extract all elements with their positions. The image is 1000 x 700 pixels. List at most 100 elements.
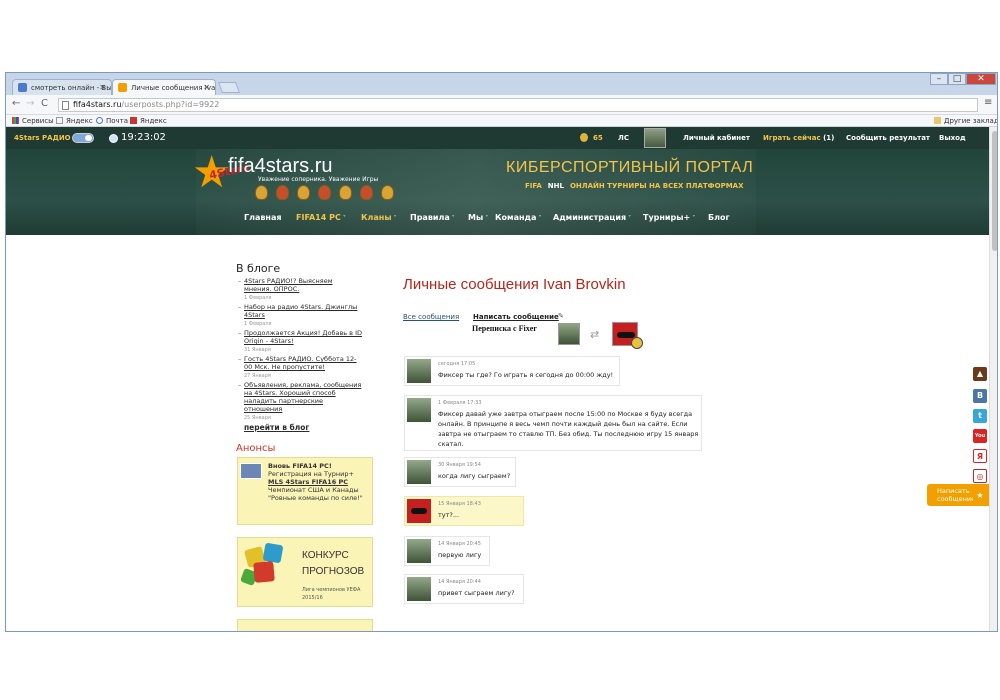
blog-post[interactable]: Гость 4Stars РАДИО. Суббота 12-00 Мск. Н… bbox=[238, 355, 362, 380]
chat-icon[interactable]: ◎ bbox=[973, 469, 987, 483]
play-now-link[interactable]: Играть сейчас (1) bbox=[763, 127, 834, 149]
maximize-button[interactable]: □ bbox=[948, 73, 966, 85]
blog-post[interactable]: 4Stars РАДИО!? Выясняем мнения. ОПРОС. 1 … bbox=[238, 277, 362, 302]
radio-toggle[interactable] bbox=[72, 133, 94, 143]
message-text: первую лигу bbox=[438, 551, 482, 559]
message-row: сегодня 17:05 Фиксер ты где? Го играть я… bbox=[404, 356, 620, 386]
nav-home[interactable]: Главная bbox=[244, 213, 281, 222]
bookmark-apps[interactable]: Сервисы bbox=[12, 115, 54, 127]
hat-icon[interactable]: ▲ bbox=[973, 367, 987, 381]
blog-post-title[interactable]: Набор на радио 4Stars. Джинглы 4Stars bbox=[244, 303, 357, 319]
message-text: Фиксер ты где? Го играть я сегодня до 00… bbox=[438, 371, 614, 379]
site-logo[interactable]: fifa4stars.ru bbox=[228, 155, 332, 178]
page-content: В блоге 4Stars РАДИО!? Выясняем мнения. … bbox=[6, 235, 989, 631]
message-row: 15 Января 18:43 тут?... bbox=[404, 496, 524, 526]
announcement-line: Чемпионат США и Канады bbox=[268, 486, 359, 494]
message-row: 14 Января 20:44 привет сыграем лигу? bbox=[404, 574, 524, 604]
avatar[interactable] bbox=[407, 499, 431, 523]
bookmark-label: Другие закладки bbox=[944, 117, 998, 125]
menu-icon[interactable]: ≡ bbox=[984, 97, 992, 108]
bookmark-other[interactable]: Другие закладки bbox=[934, 115, 998, 127]
nav-label: Правила bbox=[410, 213, 450, 222]
forward-icon[interactable]: → bbox=[26, 98, 34, 110]
scrollbar-thumb[interactable] bbox=[992, 131, 997, 251]
clock-time: 19:23:02 bbox=[121, 132, 166, 143]
nav-about[interactable]: Мы ˅ bbox=[468, 213, 488, 222]
close-window-button[interactable]: ✕ bbox=[966, 73, 996, 85]
medal-icon bbox=[381, 185, 394, 200]
bookmark-yandex[interactable]: Яндекс bbox=[56, 115, 93, 127]
nav-tournaments[interactable]: Турниры+ ˅ bbox=[643, 213, 695, 222]
nav-admin[interactable]: Администрация ˅ bbox=[553, 213, 631, 222]
back-icon[interactable]: ← bbox=[12, 98, 20, 110]
blog-post-title[interactable]: Продолжается Акция! Добавь в ID Origin -… bbox=[244, 329, 362, 345]
portal-rest: ОНЛАЙН ТУРНИРЫ НА ВСЕХ ПЛАТФОРМАХ bbox=[569, 182, 744, 190]
logout-link[interactable]: Выход bbox=[939, 127, 966, 149]
blog-post[interactable]: Продолжается Акция! Добавь в ID Origin -… bbox=[238, 329, 362, 354]
star-icon[interactable]: ★ bbox=[973, 489, 987, 503]
avatar[interactable] bbox=[644, 128, 666, 148]
announcement-line: "Ровные команды по силе!" bbox=[268, 494, 363, 502]
pencil-icon: ✎ bbox=[558, 312, 564, 320]
contest-subtitle: Лига чемпионов УЕФА 2015/16 bbox=[302, 586, 360, 602]
avatar[interactable] bbox=[407, 460, 431, 484]
site-tagline: Уважение соперника. Уважение Игры bbox=[258, 176, 379, 183]
close-icon[interactable]: ✕ bbox=[203, 80, 210, 95]
tab-messages[interactable]: Личные сообщения Ivan ✕ bbox=[112, 79, 216, 95]
scrollbar[interactable] bbox=[989, 127, 997, 631]
bookmark-mail[interactable]: Почта bbox=[96, 115, 128, 127]
new-tab-button[interactable] bbox=[217, 82, 241, 93]
ls-link[interactable]: ЛС bbox=[618, 127, 629, 149]
blog-post-title[interactable]: 4Stars РАДИО!? Выясняем мнения. ОПРОС. bbox=[244, 277, 333, 293]
avatar[interactable] bbox=[612, 322, 643, 349]
bookmark-label: Сервисы bbox=[22, 117, 54, 125]
nav-team[interactable]: Команда ˅ bbox=[495, 213, 541, 222]
close-icon[interactable]: ✕ bbox=[99, 80, 106, 95]
youtube-icon[interactable]: You bbox=[973, 429, 987, 443]
reload-icon[interactable]: C bbox=[41, 98, 48, 110]
nav-clans[interactable]: Кланы ˅ bbox=[361, 213, 397, 222]
avatar[interactable] bbox=[558, 323, 580, 345]
message-date: 14 Января 20:44 bbox=[438, 579, 481, 585]
yandex-icon[interactable]: Я bbox=[973, 449, 987, 463]
twitter-icon[interactable]: t bbox=[973, 409, 987, 423]
blog-post-title[interactable]: Объявления, реклама, сообщения на 4Stars… bbox=[244, 381, 361, 413]
message-row: 1 Февраля 17:33 Фиксер давай уже завтра … bbox=[404, 395, 702, 451]
minimize-button[interactable]: – bbox=[930, 73, 948, 85]
star-icon bbox=[118, 83, 127, 92]
announcement-link[interactable]: MLS 4Stars FIFA16 PC bbox=[268, 478, 348, 486]
nav-label: FIFA14 PC bbox=[296, 213, 341, 222]
announcement-card[interactable] bbox=[237, 619, 373, 631]
bookmark-yandex-2[interactable]: Яндекс bbox=[130, 115, 167, 127]
avatar[interactable] bbox=[407, 398, 431, 422]
blog-more-link[interactable]: перейти в блог bbox=[244, 423, 309, 432]
url-path: /userposts.php?id=9922 bbox=[121, 100, 220, 109]
url-host: fifa4stars.ru bbox=[73, 100, 122, 109]
blog-post[interactable]: Объявления, реклама, сообщения на 4Stars… bbox=[238, 381, 362, 422]
tab-video[interactable]: смотреть онлайн - Вы… ✕ bbox=[12, 79, 112, 95]
nav-blog[interactable]: Блог bbox=[708, 213, 730, 222]
folder-icon bbox=[934, 117, 941, 124]
announcement-card[interactable]: Вновь FIFA14 PC! Регистрация на Турнир+ … bbox=[237, 457, 373, 525]
avatar[interactable] bbox=[407, 359, 431, 383]
avatar[interactable] bbox=[407, 577, 431, 601]
coin-icon bbox=[580, 133, 588, 142]
message-date: 15 Января 18:43 bbox=[438, 501, 481, 507]
contest-card[interactable]: КОНКУРС ПРОГНОЗОВ Лига чемпионов УЕФА 2015… bbox=[237, 537, 373, 607]
nav-fifa14[interactable]: FIFA14 PC ˅ bbox=[296, 213, 346, 222]
report-link[interactable]: Сообщить результат bbox=[846, 127, 930, 149]
shield-icon bbox=[240, 463, 262, 479]
write-message-link[interactable]: Написать сообщение bbox=[473, 313, 559, 321]
nav-rules[interactable]: Правила ˅ bbox=[410, 213, 455, 222]
radio-link[interactable]: 4Stars РАДИО bbox=[14, 127, 71, 149]
blog-post-title[interactable]: Гость 4Stars РАДИО. Суббота 12-00 Мск. Н… bbox=[244, 355, 357, 371]
address-bar[interactable]: fifa4stars.ru/userposts.php?id=9922 ☆ bbox=[58, 98, 978, 112]
page-icon bbox=[62, 101, 69, 110]
medal-icon bbox=[339, 185, 352, 200]
blog-post[interactable]: Набор на радио 4Stars. Джинглы 4Stars 1 Ф… bbox=[238, 303, 362, 328]
all-messages-link[interactable]: Все сообщения bbox=[403, 313, 459, 321]
cabinet-link[interactable]: Личный кабинет bbox=[683, 127, 750, 149]
avatar[interactable] bbox=[407, 539, 431, 563]
vk-icon[interactable]: В bbox=[973, 389, 987, 403]
medal-icon bbox=[276, 185, 289, 200]
